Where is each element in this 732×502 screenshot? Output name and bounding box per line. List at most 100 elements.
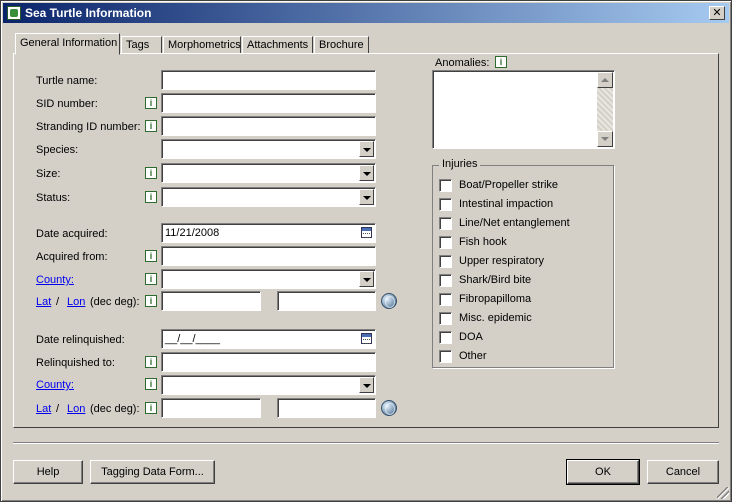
scroll-up-icon[interactable] — [597, 72, 613, 88]
injury-label: Line/Net entanglement — [459, 217, 570, 229]
tab-morphometrics[interactable]: Morphometrics — [163, 36, 241, 54]
info-icon[interactable]: i — [145, 250, 157, 262]
globe-icon[interactable] — [381, 400, 397, 416]
app-icon — [7, 6, 21, 20]
acquired-from-input[interactable] — [161, 246, 376, 266]
tab-tags[interactable]: Tags — [121, 36, 162, 54]
info-icon[interactable]: i — [145, 356, 157, 368]
title-bar[interactable]: Sea Turtle Information ✕ — [3, 3, 729, 23]
turtle-name-input[interactable] — [161, 70, 376, 90]
lon-input-relinquished[interactable] — [277, 398, 376, 418]
injury-label: DOA — [459, 331, 483, 343]
county-link[interactable]: County: — [36, 379, 74, 391]
sid-number-label: SID number: — [36, 98, 98, 110]
turtle-name-label: Turtle name: — [36, 75, 98, 87]
info-icon[interactable]: i — [145, 273, 157, 285]
stranding-id-label: Stranding ID number: — [36, 121, 141, 133]
stranding-id-input[interactable] — [161, 116, 376, 136]
checkbox[interactable] — [439, 293, 452, 306]
species-select[interactable] — [161, 139, 376, 159]
lat-link[interactable]: Lat — [36, 403, 51, 415]
chevron-down-icon[interactable] — [359, 165, 374, 181]
info-icon[interactable]: i — [145, 167, 157, 179]
checkbox[interactable] — [439, 350, 452, 363]
close-button[interactable]: ✕ — [709, 6, 725, 20]
window-title: Sea Turtle Information — [25, 6, 152, 20]
checkbox[interactable] — [439, 236, 452, 249]
divider — [13, 442, 719, 444]
county-select[interactable] — [161, 269, 376, 289]
chevron-down-icon[interactable] — [359, 141, 374, 157]
lon-link[interactable]: Lon — [67, 296, 85, 308]
status-select[interactable] — [161, 187, 376, 207]
checkbox[interactable] — [439, 217, 452, 230]
date-relinquished-value: __/__/____ — [165, 333, 221, 345]
tab-attachments[interactable]: Attachments — [242, 36, 313, 54]
chevron-down-icon[interactable] — [359, 189, 374, 205]
resize-grip-icon[interactable] — [717, 487, 729, 499]
info-icon[interactable]: i — [145, 295, 157, 307]
injury-label: Shark/Bird bite — [459, 274, 532, 286]
ok-button[interactable]: OK — [566, 459, 640, 485]
vertical-scrollbar[interactable] — [597, 72, 613, 147]
species-label: Species: — [36, 144, 79, 156]
date-acquired-label: Date acquired: — [36, 228, 108, 240]
info-icon[interactable]: i — [145, 402, 157, 414]
anomalies-label: Anomalies: — [435, 57, 490, 69]
lat-lon-separator: / — [56, 296, 60, 308]
info-icon[interactable]: i — [145, 378, 157, 390]
lat-link[interactable]: Lat — [36, 296, 51, 308]
injury-label: Upper respiratory — [459, 255, 544, 267]
globe-icon[interactable] — [381, 293, 397, 309]
checkbox[interactable] — [439, 179, 452, 192]
sid-number-input[interactable] — [161, 93, 376, 113]
injury-label: Intestinal impaction — [459, 198, 554, 210]
status-label: Status: — [36, 192, 71, 204]
cancel-button[interactable]: Cancel — [647, 460, 719, 484]
lon-link[interactable]: Lon — [67, 403, 85, 415]
calendar-icon[interactable] — [361, 227, 372, 238]
date-acquired-input[interactable]: 11/21/2008 — [161, 223, 376, 243]
checkbox[interactable] — [439, 274, 452, 287]
lat-lon-separator: / — [56, 403, 60, 415]
date-relinquished-input[interactable]: __/__/____ — [161, 329, 376, 349]
injury-label: Boat/Propeller strike — [459, 179, 559, 191]
checkbox[interactable] — [439, 312, 452, 325]
lat-input-relinquished[interactable] — [161, 398, 261, 418]
date-acquired-value: 11/21/2008 — [165, 227, 220, 239]
relinquished-to-label: Relinquished to: — [36, 357, 115, 369]
lon-input[interactable] — [277, 291, 376, 311]
checkbox[interactable] — [439, 198, 452, 211]
info-icon[interactable]: i — [495, 56, 507, 68]
scroll-down-icon[interactable] — [597, 131, 613, 147]
dec-deg-label: (dec deg): — [90, 403, 140, 415]
injury-label: Other — [459, 350, 487, 362]
county-select-relinquished[interactable] — [161, 375, 376, 395]
calendar-icon[interactable] — [361, 333, 372, 344]
checkbox[interactable] — [439, 255, 452, 268]
injury-label: Misc. epidemic — [459, 312, 532, 324]
injury-label: Fish hook — [459, 236, 507, 248]
county-link[interactable]: County: — [36, 274, 74, 286]
info-icon[interactable]: i — [145, 97, 157, 109]
acquired-from-label: Acquired from: — [36, 251, 108, 263]
tab-general-information[interactable]: General Information — [15, 33, 120, 55]
dec-deg-label: (dec deg): — [90, 296, 140, 308]
injuries-group: Injuries Boat/Propeller strike Intestina… — [432, 158, 614, 368]
anomalies-textarea[interactable] — [432, 70, 615, 149]
chevron-down-icon[interactable] — [359, 377, 374, 393]
tagging-data-form-button[interactable]: Tagging Data Form... — [90, 460, 215, 484]
checkbox[interactable] — [439, 331, 452, 344]
info-icon[interactable]: i — [145, 120, 157, 132]
size-select[interactable] — [161, 163, 376, 183]
date-relinquished-label: Date relinquished: — [36, 334, 125, 346]
tab-brochure[interactable]: Brochure — [314, 36, 369, 54]
chevron-down-icon[interactable] — [359, 271, 374, 287]
help-button[interactable]: Help — [13, 460, 83, 484]
size-label: Size: — [36, 168, 61, 180]
info-icon[interactable]: i — [145, 191, 157, 203]
relinquished-to-input[interactable] — [161, 352, 376, 372]
sea-turtle-dialog: Sea Turtle Information ✕ General Informa… — [0, 0, 732, 502]
lat-input[interactable] — [161, 291, 261, 311]
injuries-legend: Injuries — [439, 158, 481, 170]
